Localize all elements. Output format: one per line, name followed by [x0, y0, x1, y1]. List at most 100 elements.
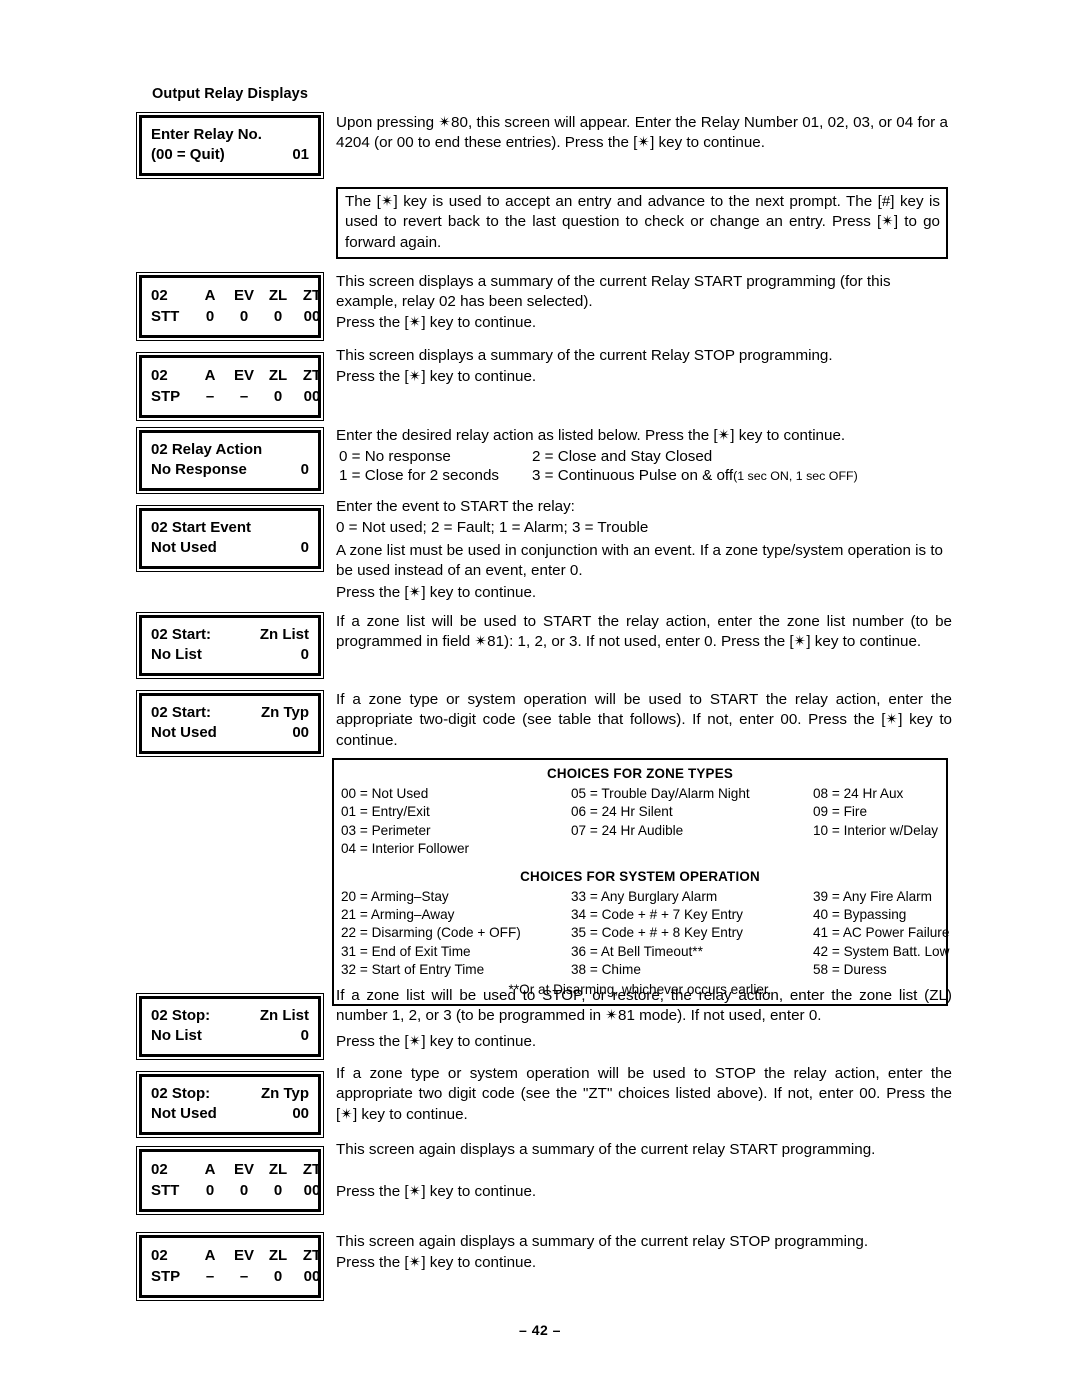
lcd-line-1: Enter Relay No. — [151, 125, 309, 145]
lcd-start-summary-2: 02 A EV ZL ZT STT 0 0 0 00 — [136, 1146, 324, 1215]
summary-cell: ZL — [268, 367, 288, 384]
lcd-line-1-label: 02 Relay Action — [151, 441, 263, 458]
stop-summary-1-description: This screen displays a summary of the cu… — [336, 347, 833, 364]
lcd-line-2-label: (00 = Quit) — [151, 146, 225, 163]
lcd-line-2-label: Not Used — [151, 539, 217, 556]
summary-cell: EV — [233, 1161, 254, 1178]
lcd-line-2-value: 0 — [300, 646, 309, 663]
relay-action-description: Enter the desired relay action as listed… — [336, 427, 846, 444]
summary-cell: 0 — [273, 308, 283, 325]
choice-item: 35 = Code + # + 8 Key Entry — [571, 925, 743, 941]
lcd-line-2: No List 0 — [151, 1026, 309, 1046]
stop-zn-list-press: Press the [✴] key to continue. — [336, 1033, 537, 1050]
document-page: Output Relay Displays Enter Relay No. (0… — [0, 0, 1080, 1397]
lcd-stop-zn-typ: 02 Stop: Zn Typ Not Used 00 — [136, 1071, 324, 1138]
keypad-note-box: The [✴] key is used to accept an entry a… — [336, 187, 948, 260]
start-event-intro: Enter the event to START the relay: — [336, 498, 575, 515]
lcd-screen: 02 A EV ZL ZT STT 0 0 0 00 — [139, 1149, 321, 1212]
choice-item: 22 = Disarming (Code + OFF) — [341, 925, 521, 941]
lcd-screen: 02 A EV ZL ZT STT 0 0 0 00 — [139, 275, 321, 338]
summary-cell: 0 — [239, 308, 249, 325]
lcd-line-2-label: No List — [151, 1027, 202, 1044]
choice-item: 33 = Any Burglary Alarm — [571, 888, 718, 904]
summary-cell: ZT — [302, 367, 322, 384]
start-summary-1-description: This screen displays a summary of the cu… — [336, 273, 891, 311]
lcd-line-1-label: 02 Start: — [151, 626, 212, 643]
lcd-line-2: (00 = Quit) 01 — [151, 145, 309, 165]
choice-item: 36 = At Bell Timeout** — [571, 943, 703, 959]
lcd-start-event: 02 Start Event Not Used 0 — [136, 505, 324, 572]
lcd-start-zn-typ: 02 Start: Zn Typ Not Used 00 — [136, 690, 324, 757]
choice-item: 09 = Fire — [813, 804, 868, 820]
lcd-line-2-value: 0 — [300, 461, 309, 478]
summary-cell: 0 — [273, 1182, 283, 1199]
start-summary-2-description: This screen again displays a summary of … — [336, 1141, 876, 1158]
lcd-summary-row-1: 02 A EV ZL ZT — [151, 365, 321, 386]
lcd-summary-row-2: STT 0 0 0 00 — [151, 1180, 320, 1201]
stop-summary-2-description: This screen again displays a summary of … — [336, 1233, 869, 1250]
choice-item: 40 = Bypassing — [813, 907, 907, 923]
summary-cell: A — [204, 1161, 216, 1178]
summary-cell: ZL — [268, 1247, 288, 1264]
lcd-line-2: No Response 0 — [151, 460, 309, 480]
start-event-options: 0 = Not used; 2 = Fault; 1 = Alarm; 3 = … — [336, 519, 649, 536]
summary-cell: A — [204, 1247, 216, 1264]
start-summary-2-press: Press the [✴] key to continue. — [336, 1183, 537, 1200]
lcd-screen: 02 Stop: Zn List No List 0 — [139, 996, 321, 1057]
choice-item: 08 = 24 Hr Aux — [813, 786, 904, 801]
lcd-screen: 02 Start: Zn List No List 0 — [139, 615, 321, 676]
start-event-zonelist-note: A zone list must be used in conjunction … — [336, 542, 943, 580]
lcd-line-1: 02 Relay Action — [151, 440, 309, 460]
choice-item: 00 = Not Used — [341, 786, 429, 801]
relay-action-option-3-text: 3 = Continuous Pulse on & off — [532, 467, 734, 484]
lcd-line-1-label: 02 Start Event — [151, 519, 252, 536]
choice-item — [571, 840, 813, 858]
choice-item: 03 = Perimeter — [341, 822, 431, 838]
lcd-summary-row-2: STP – – 0 00 — [151, 1266, 320, 1287]
system-operation-heading: CHOICES FOR SYSTEM OPERATION — [520, 868, 760, 884]
start-zn-typ-description: If a zone type or system operation will … — [336, 691, 952, 749]
lcd-line-2-value: 00 — [292, 724, 309, 741]
lcd-line-2-label: No List — [151, 646, 202, 663]
summary-cell: ZL — [268, 287, 288, 304]
summary-cell: EV — [233, 1247, 254, 1264]
summary-cell: 02 — [151, 287, 168, 304]
start-zn-list-description: If a zone list will be used to START the… — [336, 613, 952, 651]
lcd-relay-action: 02 Relay Action No Response 0 — [136, 427, 324, 494]
page-number: – 42 – — [519, 1322, 561, 1338]
lcd-line-1: 02 Start Event — [151, 518, 309, 538]
summary-cell: – — [205, 1268, 215, 1285]
choice-item — [813, 840, 939, 858]
lcd-screen: 02 Stop: Zn Typ Not Used 00 — [139, 1074, 321, 1135]
lcd-summary-row-2: STT 0 0 0 00 — [151, 306, 320, 327]
start-summary-1-press: Press the [✴] key to continue. — [336, 314, 537, 331]
stop-summary-1-press: Press the [✴] key to continue. — [336, 368, 537, 385]
lcd-screen: 02 Start: Zn Typ Not Used 00 — [139, 693, 321, 754]
lcd-line-2-value: 0 — [300, 1027, 309, 1044]
stop-summary-2-press: Press the [✴] key to continue. — [336, 1254, 537, 1271]
choice-item: 21 = Arming–Away — [341, 907, 455, 923]
keypad-note-text: The [✴] key is used to accept an entry a… — [345, 193, 940, 251]
summary-cell: ZT — [302, 1161, 322, 1178]
lcd-line-1: 02 Start: Zn Typ — [151, 703, 309, 723]
lcd-enter-relay-no: Enter Relay No. (00 = Quit) 01 — [136, 112, 324, 179]
start-event-press: Press the [✴] key to continue. — [336, 584, 537, 601]
lcd-line-1-value: Zn Typ — [260, 1085, 309, 1102]
lcd-line-1: 02 Start: Zn List — [151, 625, 309, 645]
choice-item: 10 = Interior w/Delay — [813, 822, 939, 838]
lcd-line-2-value: 00 — [292, 1105, 309, 1122]
lcd-line-2-label: Not Used — [151, 1105, 217, 1122]
lcd-line-1-value: Zn List — [259, 626, 309, 643]
summary-cell: – — [239, 1268, 249, 1285]
choice-item: 41 = AC Power Failure — [813, 925, 950, 941]
summary-cell: A — [204, 287, 216, 304]
lcd-line-2: Not Used 0 — [151, 538, 309, 558]
choice-item: 34 = Code + # + 7 Key Entry — [571, 907, 743, 923]
summary-cell: 0 — [273, 388, 283, 405]
summary-cell: EV — [233, 287, 254, 304]
choice-item: 31 = End of Exit Time — [341, 943, 471, 959]
summary-cell: ZL — [268, 1161, 288, 1178]
summary-cell: 0 — [205, 308, 215, 325]
lcd-screen: 02 A EV ZL ZT STP – – 0 00 — [139, 355, 321, 418]
lcd-start-zn-list: 02 Start: Zn List No List 0 — [136, 612, 324, 679]
